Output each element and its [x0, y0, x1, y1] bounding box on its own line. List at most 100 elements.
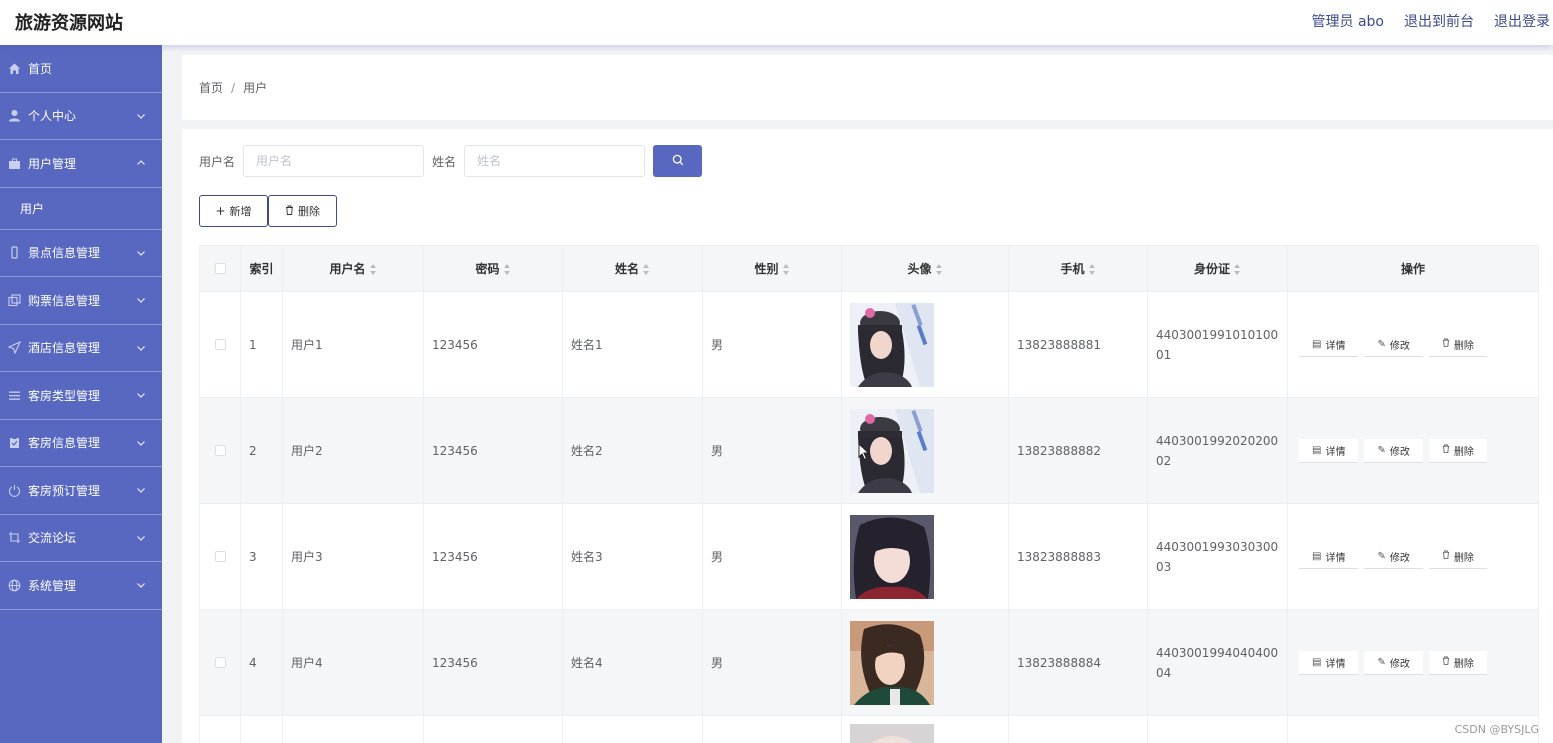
- sidebar-item-forum[interactable]: 交流论坛: [0, 515, 162, 562]
- edit-button[interactable]: ✎ 修改: [1364, 544, 1423, 569]
- chevron-down-icon: [136, 390, 146, 400]
- delete-button[interactable]: 删除: [1428, 544, 1487, 569]
- batch-delete-button[interactable]: 删除: [268, 195, 337, 227]
- copy-icon: [8, 294, 21, 307]
- gender-cell: 男: [702, 291, 842, 398]
- add-button[interactable]: + 新增: [199, 195, 268, 227]
- detail-button[interactable]: ▤ 详情: [1299, 544, 1359, 569]
- detail-button-label: 详情: [1325, 340, 1346, 352]
- avatar: [850, 514, 1008, 599]
- phone-icon: [8, 246, 21, 259]
- index-cell: 1: [240, 291, 283, 398]
- sidebar-item-label: 酒店信息管理: [28, 341, 101, 356]
- gender-cell: 男: [702, 609, 842, 716]
- delete-button-label: 删除: [1453, 340, 1474, 352]
- header-links: 管理员 abo 退出到前台 退出登录: [1312, 11, 1550, 31]
- sidebar: 首页 个人中心 用户管理 用户 景点信息管理 购票信息管理 酒店信息管理 客房类…: [0, 45, 162, 743]
- detail-button-label: 详情: [1325, 552, 1346, 564]
- column-header-sortable[interactable]: 密码: [423, 245, 563, 292]
- main-content: 用户名 姓名 + 新增 删除 索引 用户名 密码 姓名: [182, 129, 1553, 743]
- detail-button[interactable]: ▤ 详情: [1299, 650, 1359, 675]
- chevron-down-icon: [136, 580, 146, 590]
- power-icon: [8, 484, 21, 497]
- chevron-down-icon: [136, 248, 146, 258]
- sidebar-item-home[interactable]: 首页: [0, 45, 162, 93]
- column-header-sortable[interactable]: 身份证: [1147, 245, 1288, 292]
- sort-icon[interactable]: [1234, 264, 1241, 275]
- document-icon: ▤: [1312, 656, 1322, 668]
- document-icon: ▤: [1312, 338, 1322, 350]
- sidebar-item-label: 交流论坛: [28, 531, 77, 546]
- idcard-cell: 440300199101010001: [1147, 291, 1288, 398]
- chevron-down-icon: [136, 111, 146, 121]
- sort-icon[interactable]: [503, 264, 511, 275]
- idcard-cell: 440300199303030003: [1147, 503, 1288, 610]
- sidebar-item-room-bookings[interactable]: 客房预订管理: [0, 467, 162, 515]
- column-header-sortable[interactable]: 姓名: [562, 245, 703, 292]
- empty-cell: [282, 715, 424, 743]
- globe-icon: [8, 579, 21, 592]
- row-checkbox[interactable]: [214, 551, 226, 562]
- sidebar-item-rooms[interactable]: 客房信息管理: [0, 420, 162, 467]
- delete-button[interactable]: 删除: [1428, 650, 1487, 675]
- delete-button-label: 删除: [1453, 446, 1474, 458]
- name-cell: 姓名2: [562, 397, 703, 504]
- chevron-down-icon: [136, 438, 146, 448]
- delete-button[interactable]: 删除: [1428, 438, 1487, 463]
- sort-icon[interactable]: [369, 264, 377, 275]
- delete-button[interactable]: 删除: [1428, 332, 1487, 357]
- sidebar-item-system[interactable]: 系统管理: [0, 562, 162, 610]
- sort-icon[interactable]: [1088, 264, 1096, 275]
- sidebar-item-scenic-spots[interactable]: 景点信息管理: [0, 230, 162, 277]
- select-all-checkbox[interactable]: [214, 263, 226, 274]
- column-header-sortable[interactable]: 用户名: [282, 245, 424, 292]
- batch-delete-label: 删除: [298, 205, 320, 218]
- breadcrumb-separator: /: [231, 81, 236, 95]
- admin-user-label[interactable]: 管理员 abo: [1312, 11, 1384, 31]
- name-cell: 姓名4: [562, 609, 703, 716]
- avatar-cell: [841, 291, 1009, 398]
- name-search-input[interactable]: [464, 145, 646, 177]
- index-cell: 4: [240, 609, 283, 716]
- search-button[interactable]: [653, 145, 703, 177]
- breadcrumb-current: 用户: [243, 81, 268, 95]
- sort-icon[interactable]: [643, 264, 650, 275]
- sidebar-item-hotels[interactable]: 酒店信息管理: [0, 325, 162, 372]
- detail-button[interactable]: ▤ 详情: [1299, 332, 1359, 357]
- chevron-up-icon: [136, 158, 146, 168]
- sidebar-item-room-types[interactable]: 客房类型管理: [0, 372, 162, 420]
- breadcrumb: 首页 / 用户: [199, 79, 267, 96]
- edit-button[interactable]: ✎ 修改: [1364, 438, 1423, 463]
- edit-button[interactable]: ✎ 修改: [1364, 650, 1423, 675]
- edit-icon: ✎: [1377, 656, 1386, 668]
- sort-icon[interactable]: [782, 264, 790, 275]
- logout-link[interactable]: 退出登录: [1494, 11, 1550, 31]
- sidebar-item-personal-center[interactable]: 个人中心: [0, 93, 162, 140]
- phone-cell: 13823888883: [1008, 503, 1148, 610]
- column-header-sortable[interactable]: 头像: [841, 245, 1009, 292]
- row-checkbox[interactable]: [214, 445, 226, 456]
- username-cell: 用户3: [282, 503, 424, 610]
- document-icon: ▤: [1312, 550, 1322, 562]
- password-cell: 123456: [423, 609, 563, 716]
- detail-button-label: 详情: [1325, 446, 1346, 458]
- username-search-input[interactable]: [243, 145, 425, 177]
- column-header-sortable[interactable]: 手机: [1008, 245, 1148, 292]
- row-checkbox[interactable]: [214, 339, 226, 350]
- breadcrumb-home[interactable]: 首页: [199, 81, 223, 95]
- sidebar-item-label: 客房预订管理: [28, 483, 101, 498]
- sidebar-subitem-users[interactable]: 用户: [0, 188, 162, 230]
- sidebar-item-user-management[interactable]: 用户管理: [0, 140, 162, 188]
- edit-button[interactable]: ✎ 修改: [1364, 332, 1423, 357]
- exit-to-front-link[interactable]: 退出到前台: [1404, 11, 1474, 31]
- row-checkbox[interactable]: [214, 657, 226, 668]
- empty-cell: [702, 715, 842, 743]
- briefcase-icon: [8, 157, 21, 170]
- sidebar-item-tickets[interactable]: 购票信息管理: [0, 277, 162, 325]
- detail-button[interactable]: ▤ 详情: [1299, 438, 1359, 463]
- username-search-label: 用户名: [199, 154, 236, 169]
- column-header-sortable[interactable]: 性别: [702, 245, 842, 292]
- name-cell: 姓名1: [562, 291, 703, 398]
- sort-icon[interactable]: [935, 264, 943, 275]
- home-icon: [8, 62, 21, 75]
